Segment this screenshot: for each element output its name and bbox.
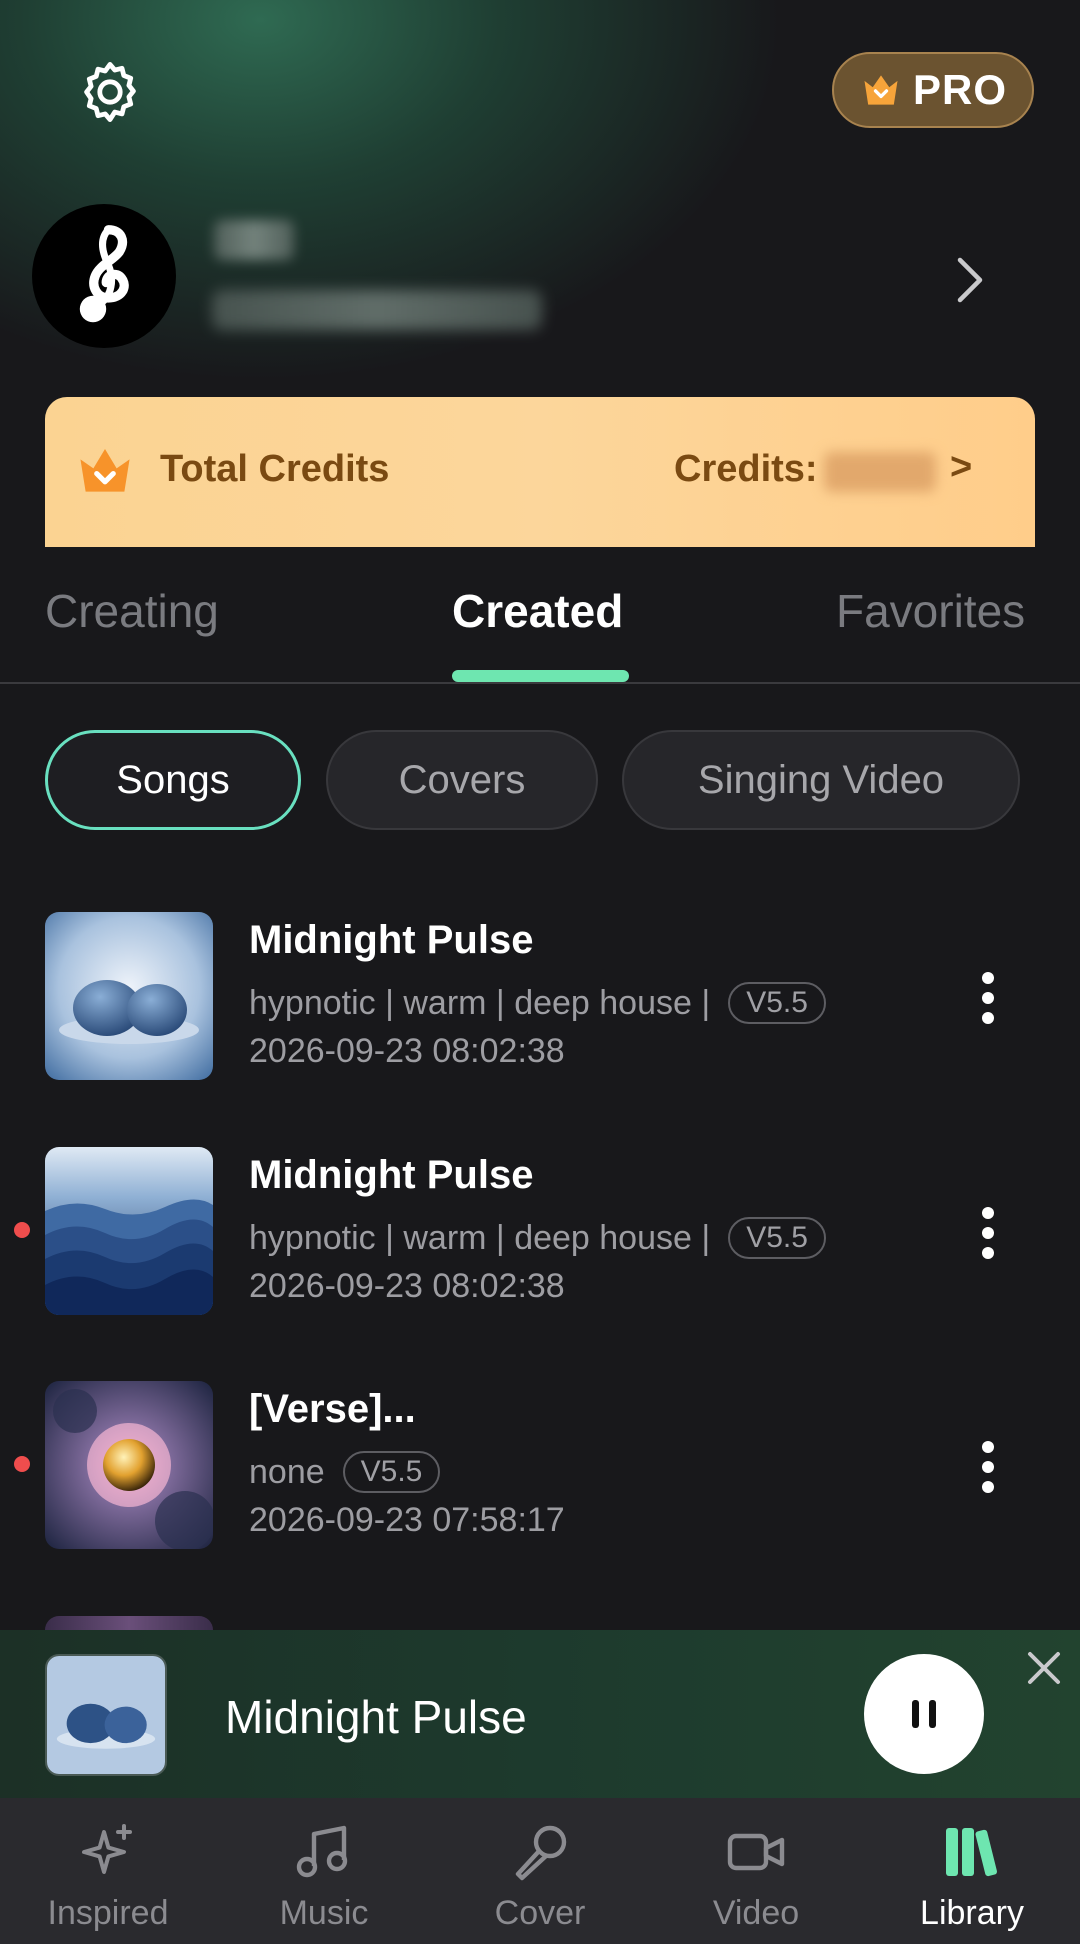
credits-arrow: >: [950, 446, 973, 488]
version-badge: V5.5: [728, 982, 826, 1024]
nav-item-cover[interactable]: Cover: [432, 1798, 648, 1944]
tab-created[interactable]: Created: [452, 584, 623, 638]
tab-creating[interactable]: Creating: [45, 584, 219, 638]
gear-icon[interactable]: [74, 56, 146, 128]
list-item-partial: [45, 1616, 213, 1630]
list-item[interactable]: [Verse]... none V5.5 2026-09-23 07:58:17: [0, 1381, 1080, 1551]
more-options-icon[interactable]: [970, 1437, 1006, 1497]
song-date: 2026-09-23 08:02:38: [249, 1032, 565, 1070]
song-date: 2026-09-23 07:58:17: [249, 1501, 565, 1539]
version-badge: V5.5: [728, 1217, 826, 1259]
pro-label: PRO: [912, 66, 1007, 113]
email-redacted: [212, 290, 542, 330]
version-badge: V5.5: [342, 1451, 441, 1493]
music-note-icon: [79, 225, 129, 323]
song-title: Midnight Pulse: [249, 1153, 534, 1197]
library-icon: [946, 1828, 997, 1877]
tabs-divider: [0, 682, 1080, 684]
list-item[interactable]: Midnight Pulse hypnotic | warm | deep ho…: [0, 1147, 1080, 1317]
nav-label: Library: [920, 1894, 1024, 1932]
crown-icon: [72, 440, 138, 502]
username-redacted: [214, 220, 294, 260]
avatar[interactable]: [32, 204, 176, 348]
nav-item-library[interactable]: Library: [864, 1798, 1080, 1944]
tab-favorites[interactable]: Favorites: [836, 584, 1025, 638]
tab-indicator: [452, 670, 629, 682]
list-item[interactable]: Midnight Pulse hypnotic | warm | deep ho…: [0, 912, 1080, 1082]
sparkle-icon: [82, 1824, 132, 1874]
nav-label: Inspired: [47, 1894, 169, 1932]
pause-icon: [912, 1700, 936, 1728]
more-options-icon[interactable]: [970, 968, 1006, 1028]
player-title: Midnight Pulse: [225, 1691, 527, 1743]
song-artwork: [45, 1147, 213, 1315]
filter-covers[interactable]: Covers: [326, 730, 598, 830]
video-camera-icon: [727, 1833, 785, 1871]
credits-value-redacted: [824, 452, 936, 492]
song-title: Midnight Pulse: [249, 918, 534, 962]
more-options-icon[interactable]: [970, 1203, 1006, 1263]
filter-singing-video[interactable]: Singing Video: [622, 730, 1020, 830]
song-artwork: [45, 1381, 213, 1549]
pro-button[interactable]: PRO: [832, 52, 1034, 128]
nav-item-video[interactable]: Video: [648, 1798, 864, 1944]
microphone-icon: [515, 1825, 567, 1881]
unread-dot: [14, 1456, 30, 1472]
song-tags: hypnotic | warm | deep house |: [249, 983, 711, 1022]
close-icon[interactable]: [1024, 1648, 1064, 1688]
chevron-right-icon[interactable]: [952, 254, 988, 306]
song-date: 2026-09-23 08:02:38: [249, 1267, 565, 1305]
unread-dot: [14, 1222, 30, 1238]
song-tags: hypnotic | warm | deep house |: [249, 1218, 711, 1257]
player-artwork: [45, 1654, 167, 1776]
nav-item-music[interactable]: Music: [216, 1798, 432, 1944]
song-tags: none: [249, 1452, 325, 1491]
crown-icon: [864, 75, 898, 105]
nav-label: Cover: [494, 1894, 586, 1932]
nav-label: Music: [279, 1894, 369, 1932]
credits-title: Total Credits: [160, 448, 390, 490]
bottom-nav: Inspired Music Cover Video Library: [0, 1798, 1080, 1944]
music-note-icon: [296, 1825, 348, 1878]
nav-item-inspired[interactable]: Inspired: [0, 1798, 216, 1944]
filter-songs[interactable]: Songs: [45, 730, 301, 830]
credits-label: Credits:: [674, 448, 818, 490]
song-title: [Verse]...: [249, 1387, 416, 1431]
nav-label: Video: [712, 1894, 800, 1932]
pause-button[interactable]: [864, 1654, 984, 1774]
song-artwork: [45, 912, 213, 1080]
